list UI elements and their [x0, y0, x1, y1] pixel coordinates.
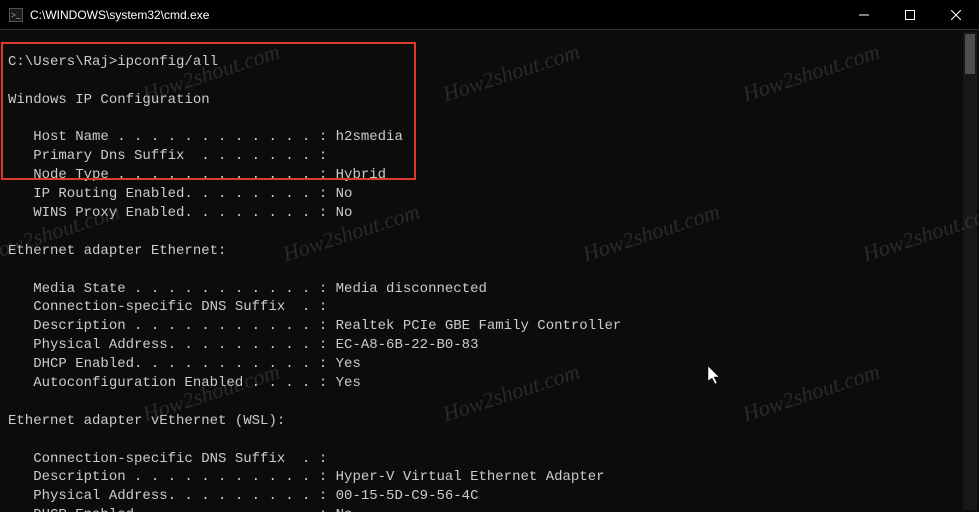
prompt-path: C:\Users\Raj> — [8, 54, 117, 70]
window-controls — [841, 0, 979, 29]
window-titlebar: >_ C:\WINDOWS\system32\cmd.exe — [0, 0, 979, 30]
terminal-output[interactable]: C:\Users\Raj>ipconfig/all Windows IP Con… — [0, 30, 979, 512]
output-line: IP Routing Enabled. . . . . . . . : No — [8, 186, 352, 202]
prompt-command: ipconfig/all — [117, 54, 218, 70]
output-line: Connection-specific DNS Suffix . : — [8, 451, 327, 467]
output-line: Node Type . . . . . . . . . . . . : Hybr… — [8, 167, 386, 183]
output-line: Physical Address. . . . . . . . . : EC-A… — [8, 337, 478, 353]
vertical-scrollbar[interactable] — [963, 32, 977, 510]
close-button[interactable] — [933, 0, 979, 29]
maximize-button[interactable] — [887, 0, 933, 29]
svg-text:>_: >_ — [11, 10, 21, 20]
output-line: DHCP Enabled. . . . . . . . . . . : Yes — [8, 356, 361, 372]
output-line: Description . . . . . . . . . . . : Hype… — [8, 469, 605, 485]
output-line: Autoconfiguration Enabled . . . . : Yes — [8, 375, 361, 391]
section-header-adapter: Ethernet adapter vEthernet (WSL): — [8, 413, 285, 429]
scrollbar-thumb[interactable] — [965, 34, 975, 74]
section-header-adapter: Ethernet adapter Ethernet: — [8, 243, 226, 259]
output-line: Media State . . . . . . . . . . . : Medi… — [8, 281, 487, 297]
output-line: Description . . . . . . . . . . . : Real… — [8, 318, 621, 334]
output-line: Primary Dns Suffix . . . . . . . : — [8, 148, 327, 164]
output-line: DHCP Enabled. . . . . . . . . . . : No — [8, 507, 352, 512]
section-header-ipconfig: Windows IP Configuration — [8, 92, 210, 108]
output-line: WINS Proxy Enabled. . . . . . . . : No — [8, 205, 352, 221]
output-line: Physical Address. . . . . . . . . : 00-1… — [8, 488, 478, 504]
window-title: C:\WINDOWS\system32\cmd.exe — [30, 8, 841, 22]
output-line: Host Name . . . . . . . . . . . . : h2sm… — [8, 129, 403, 145]
cmd-icon: >_ — [8, 7, 24, 23]
output-line: Connection-specific DNS Suffix . : — [8, 299, 327, 315]
minimize-button[interactable] — [841, 0, 887, 29]
